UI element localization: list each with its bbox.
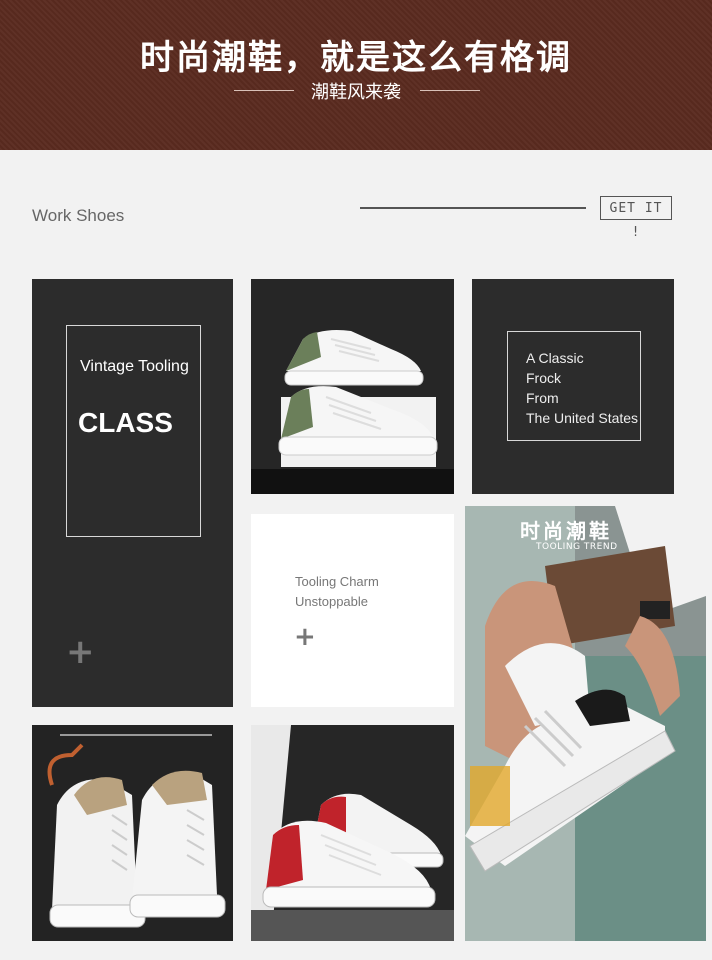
classic-line-2: Frock [526, 370, 561, 386]
lifestyle-subtitle: TOOLING TREND [536, 542, 618, 552]
classic-line-3: From [526, 390, 559, 406]
banner-divider-right [420, 90, 480, 91]
section-label: Work Shoes [32, 206, 125, 225]
vintage-label: Vintage Tooling [80, 358, 189, 375]
red-sneakers-photo [251, 725, 454, 941]
banner-title: 时尚潮鞋，就是这么有格调 [140, 38, 572, 78]
yellow-chair [470, 766, 510, 826]
green-sneakers-photo [251, 279, 454, 494]
plus-icon: + [66, 632, 95, 672]
charm-line-2: Unstoppable [295, 594, 368, 609]
charm-line-1: Tooling Charm [295, 574, 379, 589]
class-headline: CLASS [78, 407, 173, 438]
classic-line-1: A Classic [526, 350, 584, 366]
get-it-button[interactable]: GET IT ! [600, 196, 672, 240]
charm-text: Tooling Charm Unstoppable [295, 572, 379, 612]
section-divider [360, 207, 586, 209]
watch [640, 601, 670, 619]
table-surface [251, 910, 454, 941]
lifestyle-photo [465, 506, 706, 941]
plus-icon: + [294, 622, 316, 652]
lifestyle-title: 时尚潮鞋 [520, 519, 612, 543]
classic-text: A Classic Frock From The United States [526, 348, 638, 428]
classic-line-4: The United States [526, 410, 639, 426]
banner-subtitle: 潮鞋风来袭 [311, 82, 401, 103]
header-banner: 时尚潮鞋，就是这么有格调 潮鞋风来袭 [0, 0, 712, 150]
tan-sneakers-photo [32, 725, 233, 941]
